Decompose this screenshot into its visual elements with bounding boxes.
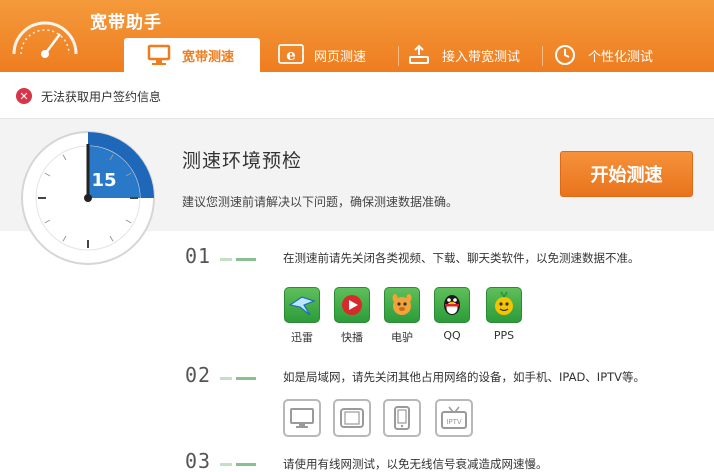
tab-broadband-speed[interactable]: 宽带测速: [124, 38, 260, 72]
tab-access-bandwidth[interactable]: 接入带宽测试: [406, 38, 542, 72]
tablet-device-icon[interactable]: [333, 399, 371, 437]
step-text: 在测速前请先关闭各类视频、下载、聊天类软件，以免测速数据不准。: [283, 251, 640, 265]
step-text: 请使用有线网测试，以免无线信号衰减造成网速慢。: [283, 457, 548, 471]
step-dash: [220, 377, 258, 380]
tab-label: 网页测速: [314, 49, 367, 65]
countdown-clock: 15: [21, 131, 155, 265]
tab-label: 宽带测速: [182, 49, 235, 65]
step-text: 如是局域网，请先关闭其他占用网络的设备，如手机、IPAD、IPTV等。: [283, 370, 646, 384]
iptv-label: IPTV: [446, 418, 462, 426]
iptv-device-icon[interactable]: IPTV: [435, 399, 473, 437]
app-label: 电驴: [391, 331, 413, 344]
tab-personalized-test[interactable]: 个性化测试: [552, 38, 682, 72]
precheck-title: 测速环境预检: [182, 150, 303, 172]
app-label: QQ: [443, 329, 461, 342]
countdown-value: 15: [91, 170, 116, 191]
xunlei-icon[interactable]: [284, 287, 320, 323]
app-label: 迅雷: [291, 331, 313, 344]
step-dash: [220, 258, 258, 261]
step-dash: [220, 463, 258, 466]
app-header: 宽带助手 宽带测速 e 网页测速 接入带宽测试 个性化测试: [0, 0, 714, 72]
qvod-icon[interactable]: [334, 287, 370, 323]
tab-label: 接入带宽测试: [442, 49, 521, 65]
monitor-device-icon[interactable]: [283, 399, 321, 437]
step-number: 03: [185, 449, 212, 472]
error-icon: ✕: [16, 88, 32, 104]
precheck-description: 建议您测速前请解决以下问题，确保测速数据准确。: [182, 195, 459, 209]
svg-text:e: e: [286, 46, 296, 64]
monitor-icon: [146, 43, 172, 67]
emule-icon[interactable]: [384, 287, 420, 323]
app-label: PPS: [493, 329, 515, 342]
app-label: 快播: [341, 331, 363, 344]
signup-info-alert: ✕ 无法获取用户签约信息: [16, 86, 161, 106]
phone-device-icon[interactable]: [383, 399, 421, 437]
qq-icon[interactable]: [434, 287, 470, 323]
step-number: 01: [185, 244, 212, 268]
alert-text: 无法获取用户签约信息: [41, 89, 162, 104]
start-test-button[interactable]: 开始测速: [560, 151, 693, 197]
pps-icon[interactable]: [486, 287, 522, 323]
clock-icon: [552, 43, 578, 67]
tab-web-speed[interactable]: e 网页测速: [278, 38, 398, 72]
speedometer-logo-icon: [12, 21, 78, 58]
step-number: 02: [185, 363, 212, 387]
ie-browser-icon: e: [278, 43, 304, 67]
tab-divider: [542, 46, 543, 66]
tab-divider: [398, 46, 399, 66]
router-icon: [406, 43, 432, 67]
app-title: 宽带助手: [90, 13, 162, 33]
tab-label: 个性化测试: [588, 49, 654, 65]
